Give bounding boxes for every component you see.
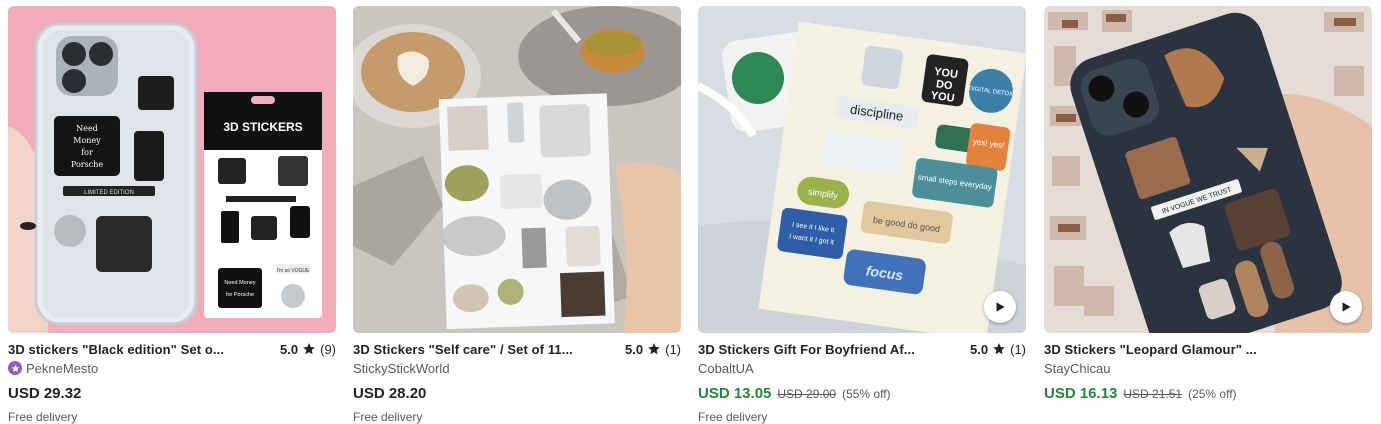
listing-title[interactable]: 3D stickers "Black edition" Set o... (8, 342, 224, 357)
listing-original-price: USD 29.00 (777, 387, 837, 401)
star-icon (648, 343, 660, 355)
listing-discount: (25% off) (1188, 387, 1237, 401)
delivery-text: Free delivery (353, 410, 423, 424)
listing-card[interactable]: 3D Stickers "Self care" / Set of 11... 5… (353, 6, 681, 424)
shop-name[interactable]: StickyStickWorld (353, 361, 450, 376)
listing-price: USD 28.20 (353, 385, 427, 402)
listing-card[interactable]: IN VOGUE WE TRUST 3D Stickers "Leopard G… (1044, 6, 1372, 405)
review-count: (1) (665, 341, 681, 357)
listing-rating: 5.0 (1) (970, 342, 1026, 357)
listing-discount: (55% off) (842, 387, 891, 401)
listing-image[interactable]: IN VOGUE WE TRUST (1044, 6, 1372, 333)
rating-score: 5.0 (280, 341, 299, 357)
svg-text:LIMITED EDITION: LIMITED EDITION (84, 190, 134, 196)
shop-name[interactable]: StayChicau (1044, 361, 1110, 376)
shop-name[interactable]: PekneMesto (26, 361, 98, 376)
listing-title[interactable]: 3D Stickers "Leopard Glamour" ... (1044, 342, 1257, 357)
listing-sale-price: USD 13.05 (698, 385, 772, 402)
listing-image[interactable]: YOU DO YOU DIGITAL DETOX discipline yes!… (698, 6, 1026, 333)
listing-title[interactable]: 3D Stickers Gift For Boyfriend Af... (698, 342, 915, 357)
listing-rating: 5.0 (1) (625, 342, 681, 357)
play-icon (996, 302, 1005, 312)
play-icon (1342, 302, 1351, 312)
svg-text:Need Money: Need Money (224, 280, 255, 286)
listing-original-price: USD 21.51 (1123, 387, 1183, 401)
listing-image[interactable] (353, 6, 681, 333)
review-count: (1) (1010, 341, 1026, 357)
star-seller-badge-icon (8, 361, 22, 375)
star-icon (303, 343, 315, 355)
delivery-text: Free delivery (8, 410, 78, 424)
shop-name-row: StayChicau (1044, 360, 1372, 376)
play-video-button[interactable] (1330, 291, 1362, 323)
listing-image[interactable]: Need Money for Porsche LIMITED EDITION 3… (8, 6, 336, 333)
svg-text:3D STICKERS: 3D STICKERS (223, 120, 302, 134)
shop-name[interactable]: CobaltUA (698, 361, 754, 376)
review-count: (9) (320, 341, 336, 357)
rating-score: 5.0 (625, 341, 644, 357)
listing-price: USD 29.32 (8, 385, 82, 402)
svg-text:I'm so VOGUE: I'm so VOGUE (277, 268, 310, 274)
shop-name-row: CobaltUA (698, 360, 1026, 376)
play-video-button[interactable] (984, 291, 1016, 323)
listing-rating: 5.0 (9) (280, 342, 336, 357)
svg-text:Porsche: Porsche (71, 160, 103, 169)
svg-text:Need: Need (76, 124, 98, 133)
delivery-text: Free delivery (698, 410, 768, 424)
listing-title[interactable]: 3D Stickers "Self care" / Set of 11... (353, 342, 573, 357)
svg-text:for Porsche: for Porsche (226, 292, 254, 298)
listing-card[interactable]: Need Money for Porsche LIMITED EDITION 3… (8, 6, 336, 424)
svg-text:for: for (81, 148, 93, 157)
svg-text:Money: Money (73, 136, 101, 145)
shop-name-row: StickyStickWorld (353, 360, 681, 376)
shop-name-row: PekneMesto (8, 360, 336, 376)
listing-grid: Need Money for Porsche LIMITED EDITION 3… (0, 0, 1381, 424)
listing-card[interactable]: YOU DO YOU DIGITAL DETOX discipline yes!… (698, 6, 1026, 424)
rating-score: 5.0 (970, 341, 989, 357)
star-icon (993, 343, 1005, 355)
listing-sale-price: USD 16.13 (1044, 385, 1118, 402)
